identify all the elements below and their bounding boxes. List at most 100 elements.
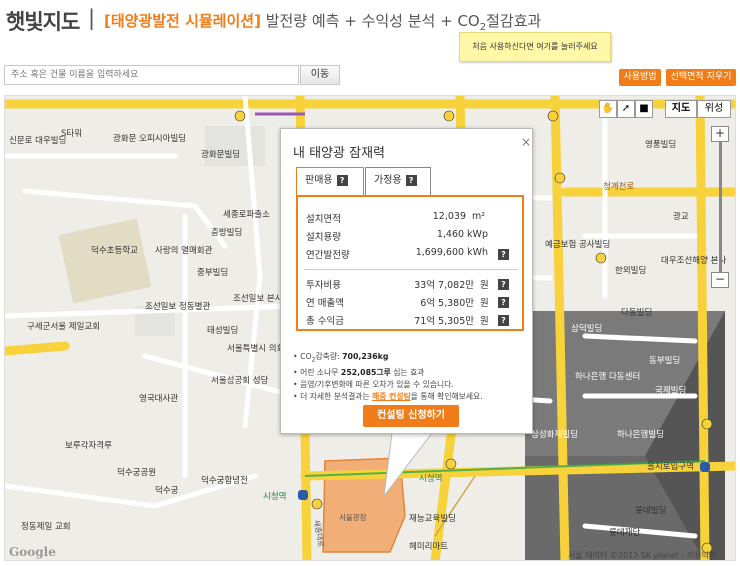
- tree-pre: 어린 소나무: [300, 367, 341, 377]
- map-label: 서울특별시 의회: [227, 344, 285, 354]
- result-row: 투자비용 33억 7,082만 원?: [306, 277, 518, 291]
- map-label: 광교: [673, 212, 689, 222]
- result-row: 연간발전량 1,699,600 kWh?: [306, 247, 518, 261]
- square-tool-icon[interactable]: ■: [635, 100, 653, 118]
- map-label: 신문로 대우빌딩: [9, 136, 67, 146]
- help-icon[interactable]: ?: [498, 297, 509, 308]
- move-button[interactable]: 이동: [300, 65, 340, 85]
- map-label: 충방빌딩: [211, 228, 243, 238]
- result-row: 설치용량 1,460 kWp: [306, 229, 518, 243]
- row-unit: 원: [480, 316, 489, 327]
- header-separator: |: [88, 6, 96, 30]
- app-logo[interactable]: 햇빛지도: [6, 6, 80, 36]
- google-logo: Google: [9, 545, 56, 559]
- row-value: 12,039: [432, 211, 466, 222]
- row-label: 총 수익금: [306, 316, 344, 327]
- hand-tool-icon[interactable]: ✋: [599, 100, 617, 118]
- row-unit: m²: [472, 211, 486, 222]
- help-icon[interactable]: ?: [498, 249, 509, 260]
- app-root: 햇빛지도 | [태양광발전 시뮬레이션] 발전량 예측 + 수익성 분석 + C…: [0, 0, 740, 566]
- note-co2: • CO2감축량: 700,236kg: [293, 352, 389, 364]
- header: 햇빛지도 | [태양광발전 시뮬레이션] 발전량 예측 + 수익성 분석 + C…: [0, 0, 740, 95]
- detail-pre: 더 자세한 분석결과는: [300, 391, 373, 401]
- map-label: 국제빌딩: [655, 386, 687, 396]
- help-icon[interactable]: ?: [336, 174, 348, 186]
- title-rest: 발전량 예측 + 수익성 분석 + CO: [260, 12, 480, 30]
- zoom-in-button[interactable]: +: [711, 126, 729, 142]
- help-icon[interactable]: ?: [405, 174, 417, 186]
- map-copyright: 서울 데이터 ©2013 SK planet - 이용약관: [568, 551, 717, 560]
- help-icon[interactable]: ?: [498, 279, 509, 290]
- map-label: 덕수궁공원: [117, 468, 157, 478]
- page-title: [태양광발전 시뮬레이션] 발전량 예측 + 수익성 분석 + CO2절감효과: [104, 10, 541, 33]
- row-label: 투자비용: [306, 280, 341, 291]
- consult-button[interactable]: 컨설팅 신청하기: [363, 405, 459, 427]
- tab-home[interactable]: 가정용?: [365, 167, 431, 195]
- popup-pointer: [383, 432, 434, 498]
- map-label: 하나은행빌딩: [617, 430, 664, 440]
- map-label: 덕수초등학교: [91, 246, 138, 256]
- map-label: 보루각자격루: [65, 441, 112, 451]
- map-label: 청계천로: [603, 182, 635, 192]
- pointer-tool-icon[interactable]: ➚: [617, 100, 635, 118]
- map-label: 헤미리마트: [409, 542, 449, 552]
- map-label: 덕수궁: [155, 486, 179, 496]
- row-value: 1,460 kWp: [436, 229, 488, 240]
- map-label: 한외빌딩: [615, 266, 647, 276]
- map-label: 덕수궁함녕전: [201, 476, 248, 486]
- map-label: 조선일보 본사: [233, 294, 283, 304]
- map-label: 동부빌딩: [649, 356, 681, 366]
- map-label: 구세군서울 제일교회: [27, 322, 101, 332]
- help-tooltip[interactable]: 처음 사용하신다면 여기를 눌러주세요: [459, 32, 611, 62]
- row-value: 71억 5,305만: [414, 316, 474, 327]
- row-label: 설치용량: [306, 232, 341, 243]
- map-label: 조선일보 정동별관: [145, 302, 211, 312]
- map-label: 영풍빌딩: [645, 140, 677, 150]
- map-label: 사랑의 열매회관: [155, 246, 213, 256]
- map-label: 롯데빌딩: [635, 506, 667, 516]
- row-label: 연간발전량: [306, 250, 350, 261]
- map-label: 삼덕빌딩: [571, 324, 603, 334]
- map-label: 정동제일 교회: [21, 522, 71, 532]
- map-label: 광화문빌딩: [201, 150, 241, 160]
- tree-value: 252,085그루: [340, 367, 391, 377]
- divider: [304, 269, 518, 270]
- map-label: 예금보험 공사빌딩: [545, 240, 611, 250]
- tab-sale[interactable]: 판매용?: [296, 167, 364, 195]
- row-value: 33억 7,082만: [414, 280, 474, 291]
- row-value: 1,699,600 kWh: [415, 247, 488, 258]
- note-tree: • 어린 소나무 252,085그루 심는 효과: [293, 367, 425, 377]
- map-label: 재능교육빌딩: [409, 514, 456, 524]
- zoom-track[interactable]: [719, 142, 722, 272]
- map-label: 태성빌딩: [207, 326, 239, 336]
- map-label: 중부빌딩: [197, 268, 229, 278]
- zoom-out-button[interactable]: −: [711, 272, 729, 288]
- row-value: 6억 5,380만: [420, 298, 474, 309]
- result-row: 설치면적 12,039 m²: [306, 211, 518, 225]
- popup-title: 내 태양광 잠재력: [293, 146, 385, 161]
- search-input[interactable]: [4, 65, 299, 85]
- note-detail: • 더 자세한 분석결과는 해줌 컨설팅을 통해 확인해보세요.: [293, 391, 483, 401]
- howto-button[interactable]: 사용방법: [619, 69, 661, 86]
- map-label: 영국대사관: [139, 394, 179, 404]
- result-row: 연 매출액 6억 5,380만 원?: [306, 295, 518, 309]
- satellite-type-button[interactable]: 위성: [697, 100, 731, 118]
- clear-area-button[interactable]: 선택면적 지우기: [666, 69, 736, 86]
- map-label: 삼성화재빌딩: [531, 430, 578, 440]
- map-label: 시청역: [263, 492, 287, 502]
- consulting-link[interactable]: 해줌 컨설팅: [372, 392, 411, 401]
- co2-rest: 감축량:: [315, 352, 343, 361]
- result-row: 총 수익금 71억 5,305만 원?: [306, 313, 518, 327]
- help-icon[interactable]: ?: [498, 315, 509, 326]
- map-type-button[interactable]: 지도: [665, 100, 697, 118]
- map-label: 하나은행 다동센터: [575, 372, 641, 382]
- note-weather: • 음영/기후변화에 따른 오차가 있을 수 있습니다.: [293, 379, 454, 389]
- map-label: 을지로입구역: [647, 462, 694, 472]
- title-tail: 절감효과: [486, 12, 542, 30]
- row-label: 연 매출액: [306, 298, 344, 309]
- row-unit: 원: [480, 280, 489, 291]
- row-unit: 원: [480, 298, 489, 309]
- tab-home-label: 가정용: [374, 175, 402, 186]
- map-label: 다동빌딩: [621, 308, 653, 318]
- close-icon[interactable]: ×: [521, 135, 531, 149]
